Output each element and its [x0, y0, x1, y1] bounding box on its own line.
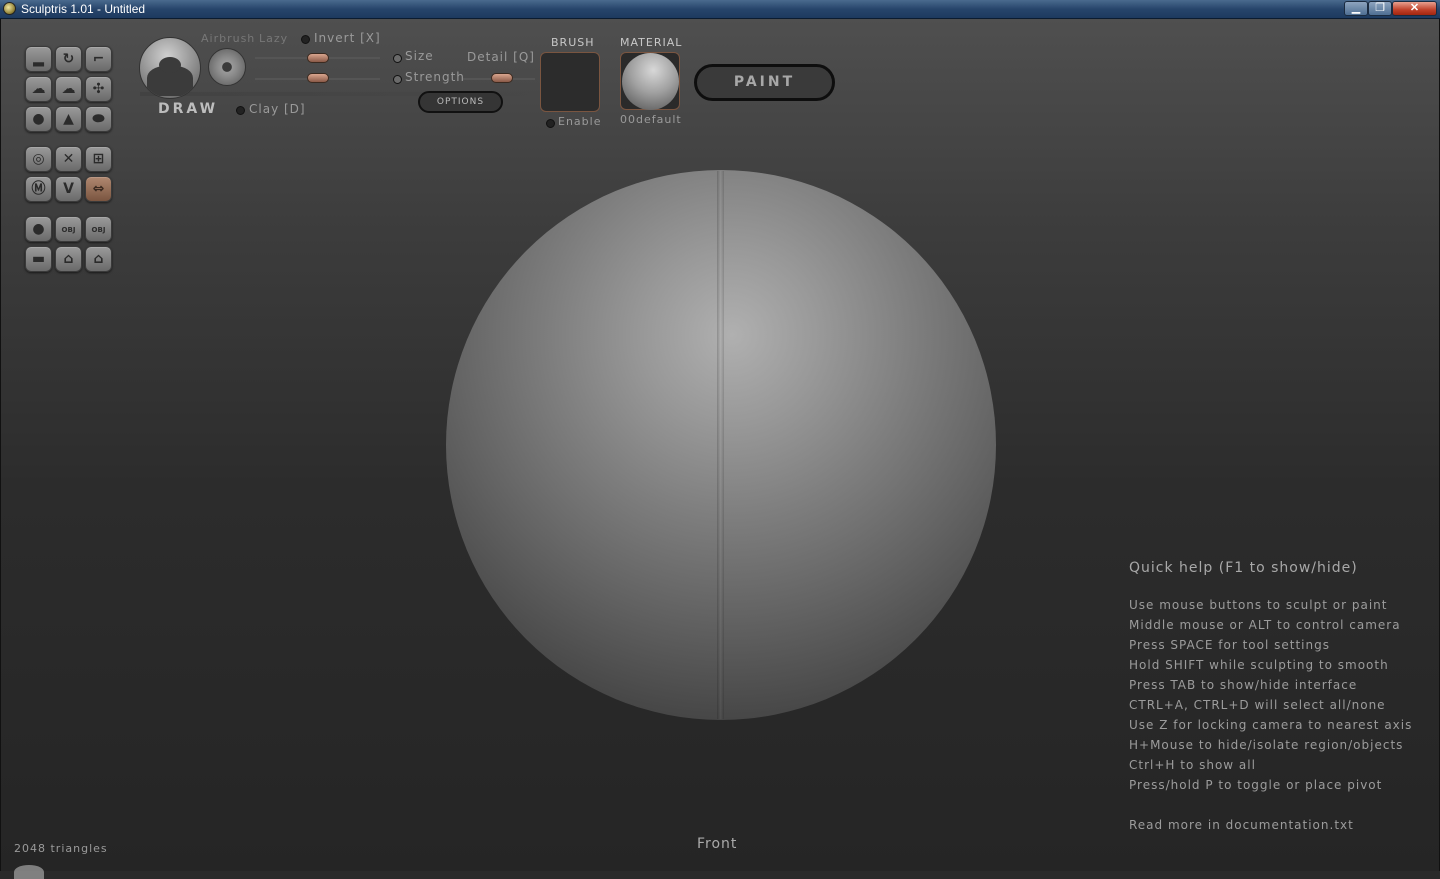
brush-preview[interactable] — [139, 37, 201, 99]
maximize-button[interactable]: ❐ — [1368, 1, 1392, 16]
brush-texture-swatch[interactable] — [540, 52, 600, 112]
save-file-button[interactable]: ⌂ — [85, 246, 112, 272]
wireframe-toggle-button[interactable]: ✕ — [55, 146, 82, 172]
mask-icon: Ⓜ — [31, 181, 46, 197]
brush-name: DRAW — [158, 101, 219, 117]
import-obj-icon: OBJ — [61, 226, 76, 234]
help-line: Middle mouse or ALT to control camera — [1129, 618, 1401, 632]
paint-button[interactable]: PAINT — [694, 64, 835, 101]
triangle-count: 2048 triangles — [14, 842, 108, 855]
new-sphere-button[interactable]: ● — [25, 216, 52, 242]
inflate-tool-button[interactable]: ☁ — [25, 76, 52, 102]
window-titlebar: Sculptris 1.01 - Untitled ▁ ❐ ✕ — [0, 0, 1440, 19]
draw-icon: ▂ — [33, 51, 44, 67]
help-line: H+Mouse to hide/isolate region/objects — [1129, 738, 1404, 752]
grid-toggle-button[interactable]: ⊞ — [85, 146, 112, 172]
airbrush-label[interactable]: Airbrush — [201, 32, 255, 45]
minimize-button[interactable]: ▁ — [1344, 1, 1368, 16]
clay-label[interactable]: Clay [D] — [249, 102, 306, 116]
blob-tool-button[interactable]: ☁ — [55, 76, 82, 102]
draw-tool-button[interactable]: ▂ — [25, 46, 52, 72]
plane-icon: ▬ — [31, 251, 46, 267]
pinch-icon: ✣ — [92, 81, 105, 97]
help-line: Press TAB to show/hide interface — [1129, 678, 1358, 692]
clay-toggle[interactable] — [236, 106, 245, 115]
lazy-label[interactable]: Lazy — [259, 32, 288, 45]
detail-label: Detail [Q] — [467, 50, 535, 64]
open-icon: ⌂ — [63, 251, 74, 267]
quick-help-title: Quick help (F1 to show/hide) — [1129, 560, 1358, 576]
save-icon: ⌂ — [93, 251, 104, 267]
material-name: 00default — [620, 113, 682, 126]
flatten-tool-button[interactable]: ⬬ — [85, 106, 112, 132]
reduce-tool-button[interactable]: ᐯ — [55, 176, 82, 202]
blob-icon: ☁ — [61, 81, 76, 97]
size-slider-thumb[interactable] — [307, 53, 329, 63]
mirror-toggle-button[interactable]: ⇔ — [85, 176, 112, 202]
view-name: Front — [697, 836, 738, 852]
sphere-icon: ● — [32, 221, 45, 237]
corner-orb-icon — [14, 865, 44, 879]
close-button[interactable]: ✕ — [1392, 1, 1437, 16]
help-line: Press/hold P to toggle or place pivot — [1129, 778, 1383, 792]
size-toggle[interactable] — [393, 54, 402, 63]
brush-profile-icon — [147, 57, 193, 96]
rotate-tool-button[interactable]: ↻ — [55, 46, 82, 72]
grab-icon: ● — [32, 111, 45, 127]
invert-label[interactable]: Invert [X] — [314, 31, 381, 45]
brush-header: BRUSH — [551, 36, 595, 49]
export-obj-icon: OBJ — [91, 226, 106, 234]
quick-help: Quick help (F1 to show/hide) Use mouse b… — [1129, 560, 1412, 838]
invert-toggle[interactable] — [301, 35, 310, 44]
help-line: Use mouse buttons to sculpt or paint — [1129, 598, 1388, 612]
app-icon — [3, 2, 16, 15]
help-line: Press SPACE for tool settings — [1129, 638, 1330, 652]
open-file-button[interactable]: ⌂ — [55, 246, 82, 272]
help-line: Use Z for locking camera to nearest axis — [1129, 718, 1413, 732]
help-line: Hold SHIFT while sculpting to smooth — [1129, 658, 1389, 672]
strength-toggle[interactable] — [393, 75, 402, 84]
rotate-icon: ↻ — [62, 51, 75, 67]
export-obj-button[interactable]: OBJ — [85, 216, 112, 242]
crease-icon: ⌐ — [92, 51, 105, 67]
mask-tool-button[interactable]: Ⓜ — [25, 176, 52, 202]
crease-tool-button[interactable]: ⌐ — [85, 46, 112, 72]
material-ball-icon — [622, 53, 679, 110]
help-line: Ctrl+H to show all — [1129, 758, 1256, 772]
strength-label: Strength — [405, 70, 465, 84]
brush-enable-label[interactable]: Enable — [558, 115, 601, 128]
scale-tool-button[interactable]: ▲ — [55, 106, 82, 132]
flatten-icon: ⬬ — [92, 111, 105, 127]
detail-slider-thumb[interactable] — [491, 73, 513, 83]
wireframe-icon: ✕ — [62, 151, 75, 167]
symmetry-icon: ◎ — [32, 151, 45, 167]
pinch-tool-button[interactable]: ✣ — [85, 76, 112, 102]
import-obj-button[interactable]: OBJ — [55, 216, 82, 242]
symmetry-toggle-button[interactable]: ◎ — [25, 146, 52, 172]
help-line: CTRL+A, CTRL+D will select all/none — [1129, 698, 1386, 712]
material-swatch[interactable] — [620, 52, 680, 110]
brush-enable-toggle[interactable] — [546, 119, 555, 128]
reduce-icon: ᐯ — [63, 181, 74, 197]
symmetry-seam — [717, 171, 724, 719]
grab-tool-button[interactable]: ● — [25, 106, 52, 132]
window-title: Sculptris 1.01 - Untitled — [21, 2, 146, 16]
grid-icon: ⊞ — [92, 151, 105, 167]
mirror-icon: ⇔ — [92, 181, 105, 197]
options-button[interactable]: OPTIONS — [418, 91, 503, 113]
size-label: Size — [405, 49, 434, 63]
strength-slider-thumb[interactable] — [307, 73, 329, 83]
material-header: MATERIAL — [620, 36, 683, 49]
scale-icon: ▲ — [63, 111, 74, 127]
new-plane-button[interactable]: ▬ — [25, 246, 52, 272]
lazy-knob[interactable] — [208, 48, 246, 86]
inflate-icon: ☁ — [31, 81, 46, 97]
help-documentation-line: Read more in documentation.txt — [1129, 818, 1354, 832]
